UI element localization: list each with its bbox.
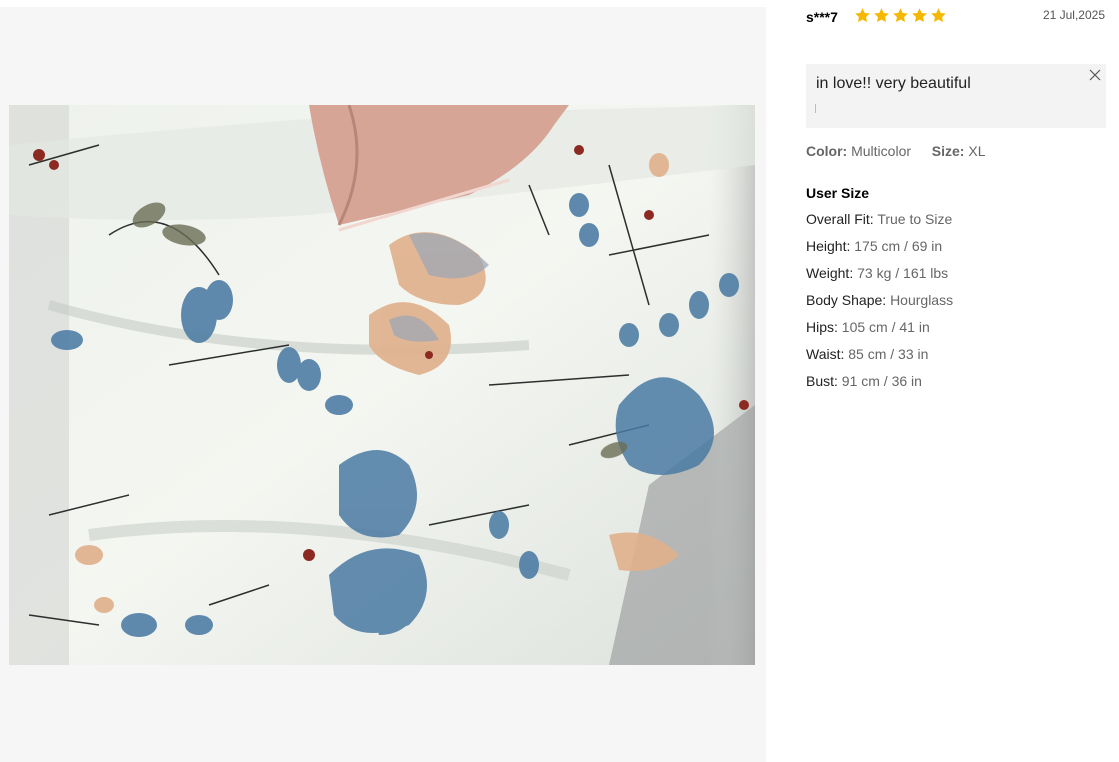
close-icon[interactable] — [1088, 68, 1102, 82]
text-caret — [815, 104, 816, 113]
review-comment-box: in love!! very beautiful — [806, 64, 1106, 128]
review-header: s***7 21 Jul,2025 — [806, 8, 1106, 28]
size-row-value: 85 cm / 33 in — [848, 346, 929, 362]
product-attributes: Color: Multicolor Size: XL — [806, 143, 986, 159]
size-row-label: Waist: — [806, 346, 845, 362]
size-row-value: True to Size — [877, 211, 953, 227]
color-value: Multicolor — [851, 143, 912, 159]
floral-fabric-photo — [9, 105, 755, 665]
size-row-value: 105 cm / 41 in — [841, 319, 930, 335]
user-size-title: User Size — [806, 185, 870, 201]
color-label: Color: — [806, 143, 848, 159]
size-label: Size: — [931, 143, 965, 159]
size-row-bust: Bust: 91 cm / 36 in — [806, 373, 953, 400]
size-row-label: Weight: — [806, 265, 854, 281]
size-row-value: 73 kg / 161 lbs — [857, 265, 949, 281]
size-row-body-shape: Body Shape: Hourglass — [806, 292, 953, 319]
user-size-list: Overall Fit: True to Size Height: 175 cm… — [806, 211, 953, 400]
size-row-weight: Weight: 73 kg / 161 lbs — [806, 265, 953, 292]
size-row-label: Bust: — [806, 373, 838, 389]
review-photo[interactable] — [9, 105, 755, 665]
review-comment: in love!! very beautiful — [816, 75, 971, 92]
review-panel: s***7 21 Jul,2025 in love!! very beautif… — [806, 0, 1106, 762]
size-row-label: Overall Fit: — [806, 211, 874, 227]
size-row-height: Height: 175 cm / 69 in — [806, 238, 953, 265]
review-date: 21 Jul,2025 — [1042, 8, 1105, 22]
star-icon — [893, 8, 908, 23]
size-row-value: 175 cm / 69 in — [854, 238, 943, 254]
size-row-label: Hips: — [806, 319, 838, 335]
size-row-waist: Waist: 85 cm / 33 in — [806, 346, 953, 373]
star-icon — [912, 8, 927, 23]
star-icon — [874, 8, 889, 23]
star-icon — [855, 8, 870, 23]
size-row-label: Height: — [806, 238, 851, 254]
size-row-overall-fit: Overall Fit: True to Size — [806, 211, 953, 238]
star-icon — [931, 8, 946, 23]
size-row-value: 91 cm / 36 in — [841, 373, 922, 389]
image-viewer — [0, 7, 766, 762]
reviewer-username: s***7 — [806, 9, 838, 25]
size-row-label: Body Shape: — [806, 292, 887, 308]
size-row-hips: Hips: 105 cm / 41 in — [806, 319, 953, 346]
size-row-value: Hourglass — [890, 292, 954, 308]
review-viewer: s***7 21 Jul,2025 in love!! very beautif… — [0, 0, 1119, 762]
size-value: XL — [968, 143, 986, 159]
star-rating — [854, 7, 947, 24]
